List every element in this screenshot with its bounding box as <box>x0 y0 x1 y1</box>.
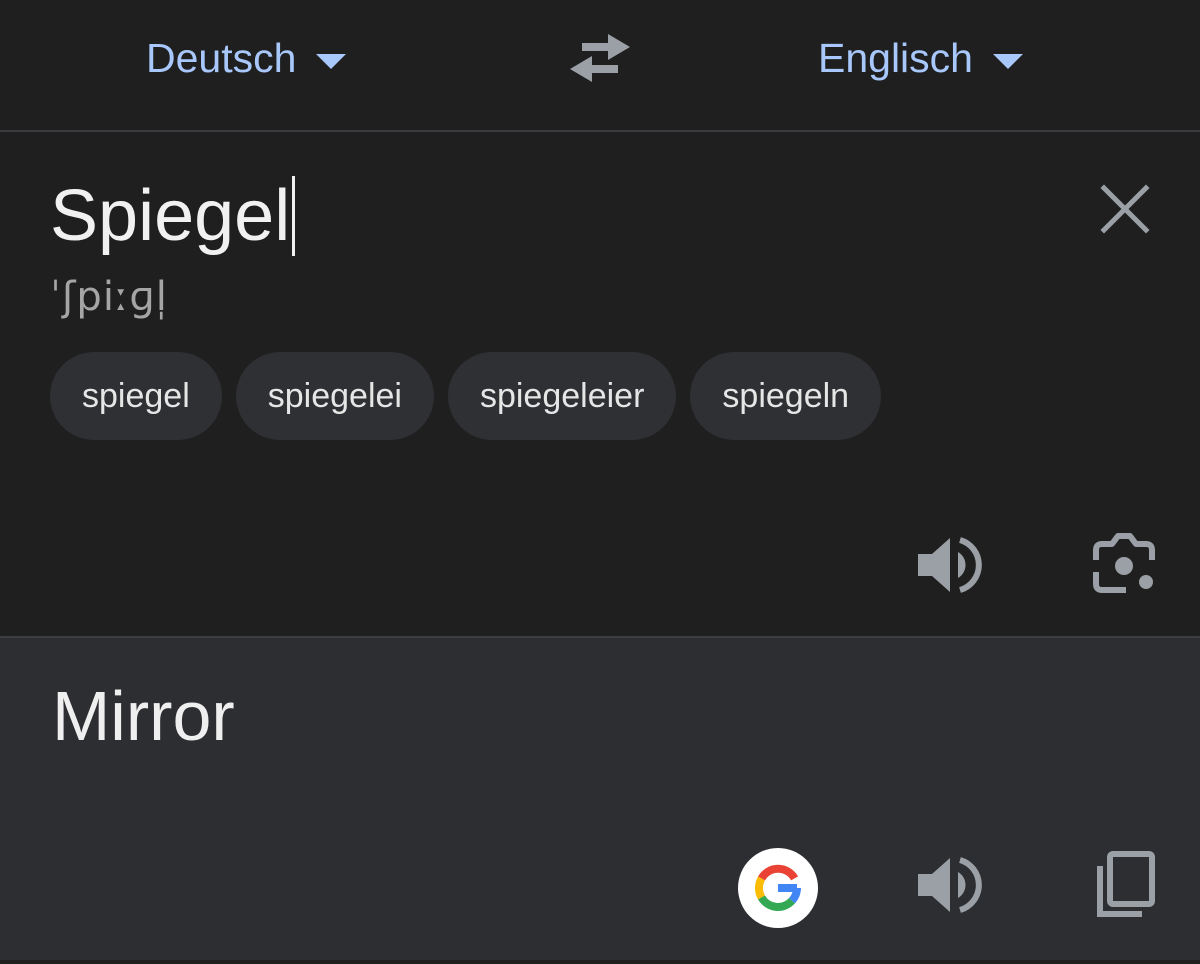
text-cursor <box>292 176 296 256</box>
clear-input-button[interactable] <box>1096 180 1154 238</box>
source-language-label: Deutsch <box>146 34 297 81</box>
listen-translation-button[interactable] <box>914 852 986 918</box>
suggestion-chip[interactable]: spiegel <box>50 352 222 440</box>
google-search-button[interactable] <box>738 848 818 928</box>
source-text-input[interactable]: Spiegel <box>50 176 296 256</box>
source-language-button[interactable]: Deutsch <box>146 30 347 86</box>
listen-source-button[interactable] <box>914 532 986 598</box>
swap-arrows-icon <box>570 34 630 82</box>
target-language-button[interactable]: Englisch <box>818 30 1023 86</box>
suggestion-chip[interactable]: spiegelei <box>235 352 434 440</box>
translate-app: Deutsch Englisch Spiegel ˈʃpiːɡl̩ spiege… <box>0 0 1200 964</box>
copy-icon <box>1097 851 1155 917</box>
suggestion-chip[interactable]: spiegeleier <box>447 352 677 440</box>
camera-lens-icon <box>1093 533 1155 593</box>
speaker-icon <box>918 537 982 593</box>
output-panel: Mirror <box>0 636 1200 960</box>
chevron-down-icon <box>992 53 1023 69</box>
translation-result: Mirror <box>52 677 235 755</box>
google-g-icon <box>754 864 801 911</box>
input-panel: Spiegel ˈʃpiːɡl̩ spiegel spiegelei spieg… <box>0 134 1200 636</box>
swap-languages-button[interactable] <box>566 30 634 86</box>
phonetic-transcription: ˈʃpiːɡl̩ <box>50 274 168 320</box>
suggestion-chip[interactable]: spiegeln <box>690 352 882 440</box>
speaker-icon <box>918 857 982 913</box>
camera-translate-button[interactable] <box>1088 532 1160 598</box>
copy-translation-button[interactable] <box>1090 848 1158 922</box>
chevron-down-icon <box>316 53 347 69</box>
bottom-edge <box>0 960 1200 964</box>
language-bar: Deutsch Englisch <box>0 0 1200 132</box>
source-text-value: Spiegel <box>50 176 291 256</box>
target-language-label: Englisch <box>818 34 973 81</box>
suggestion-chips: spiegel spiegelei spiegeleier spiegeln <box>50 352 882 440</box>
close-icon <box>1100 184 1150 234</box>
